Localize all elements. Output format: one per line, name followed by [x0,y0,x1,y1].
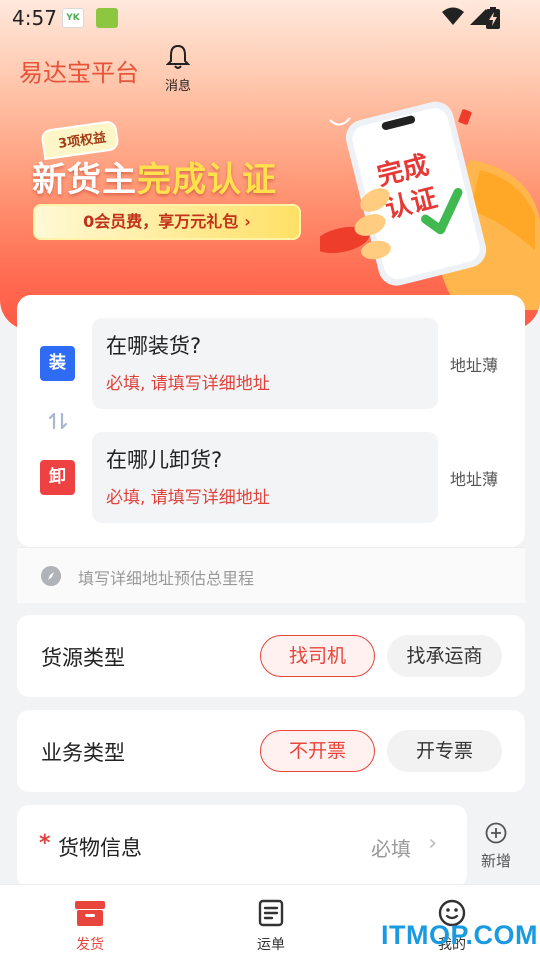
tab-ship[interactable]: 发货 [50,899,130,954]
tab-waybill[interactable]: 运单 [231,899,311,954]
document-list-icon [258,899,284,927]
box-icon [75,901,105,926]
address-card: 装 卸 在哪装货? 必填, 请填写详细地址 地址薄 在哪儿卸货? 必填, 请填写… [17,295,525,547]
plus-circle-icon [485,822,507,844]
unload-question: 在哪儿卸货? [106,448,223,472]
business-type-label: 业务类型 [41,741,125,765]
headline-yellow: 完成认证 [137,160,277,200]
app-notification-icon: YK [62,8,84,28]
load-hint: 必填, 请填写详细地址 [106,374,270,394]
goods-info-label: 货物信息 [58,836,142,860]
option-find-carrier[interactable]: 找承运商 [387,635,502,677]
option-find-driver[interactable]: 找司机 [260,635,375,677]
headline-white: 新货主 [32,160,137,200]
load-question: 在哪装货? [106,334,202,358]
status-time: 4:57 [12,6,57,30]
goods-info-row[interactable]: * 货物信息 必填 › [17,805,467,887]
wifi-icon [442,7,464,25]
distance-estimate-bar: 填写详细地址预估总里程 [17,547,525,603]
messages-button[interactable]: 消息 [160,44,196,94]
load-address-field[interactable]: 在哪装货? 必填, 请填写详细地址 [92,318,438,409]
load-badge: 装 [40,346,75,381]
chevron-right-icon: › [428,831,437,856]
business-type-row: 业务类型 不开票 开专票 [17,710,525,792]
add-goods-button[interactable]: 新增 [476,822,516,871]
status-bar: 4:57 YK [0,0,540,36]
add-goods-label: 新增 [480,852,511,870]
unload-hint: 必填, 请填写详细地址 [106,488,270,508]
tab-waybill-label: 运单 [257,937,285,953]
source-type-row: 货源类型 找司机 找承运商 [17,615,525,697]
load-address-book-link[interactable]: 地址薄 [450,352,498,376]
app-title: 易达宝平台 [19,59,139,87]
goods-required-text: 必填 [371,837,411,861]
battery-charging-icon [486,7,500,29]
unload-address-field[interactable]: 在哪儿卸货? 必填, 请填写详细地址 [92,432,438,523]
distance-estimate-text: 填写详细地址预估总里程 [78,569,255,588]
swap-vertical-icon[interactable] [48,411,68,431]
source-type-label: 货源类型 [41,646,125,670]
watermark: ITMOP.COM [381,920,539,950]
hero-banner-area: 4:57 YK 易达宝平台 消息 3项权益 新货主完成认证 0会员费，享万元礼包… [0,0,540,330]
tab-ship-label: 发货 [76,937,104,953]
option-no-invoice[interactable]: 不开票 [260,730,375,772]
compass-icon [41,566,61,586]
banner-headline[interactable]: 新货主完成认证 [32,152,277,201]
app-notification-icon-2 [96,8,118,28]
phone-illustration: 完成 认证 [320,101,540,310]
unload-badge: 卸 [40,460,75,495]
chevron-right-icon: › [244,212,251,231]
required-mark: * [39,831,51,856]
messages-label: 消息 [164,79,191,94]
unload-address-book-link[interactable]: 地址薄 [450,466,498,490]
option-special-invoice[interactable]: 开专票 [387,730,502,772]
signal-icon [470,9,486,25]
cta-label: 0会员费，享万元礼包 [83,212,239,231]
banner-cta-button[interactable]: 0会员费，享万元礼包 › [33,204,301,240]
bell-icon [165,44,191,69]
